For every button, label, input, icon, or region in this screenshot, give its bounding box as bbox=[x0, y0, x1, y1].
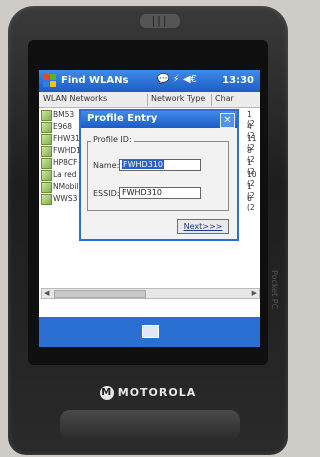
side-label: Pocket PC bbox=[270, 270, 279, 310]
wlan-icon bbox=[41, 110, 52, 121]
next-button[interactable]: Next>>> bbox=[177, 219, 229, 234]
wlan-name: FHW31 bbox=[53, 134, 80, 143]
scrollbar-thumb[interactable] bbox=[54, 290, 146, 298]
wlan-name: La red bbox=[53, 170, 77, 179]
close-icon[interactable]: ✕ bbox=[220, 113, 235, 128]
wlan-name: WWS3 bbox=[53, 194, 78, 203]
name-field-value: FWHD310 bbox=[122, 160, 164, 169]
clock[interactable]: 13:30 bbox=[222, 75, 254, 86]
title-bar: Find WLANs 💬 ⚡ ◀€ 13:30 bbox=[39, 70, 260, 92]
wlan-name: E968 bbox=[53, 122, 73, 131]
keyboard-icon[interactable] bbox=[142, 325, 159, 338]
scroll-right-icon[interactable]: ▶ bbox=[252, 289, 257, 297]
wlan-name: FWHD1 bbox=[53, 146, 81, 155]
horizontal-scrollbar[interactable]: ◀ ▶ bbox=[41, 288, 260, 299]
profile-entry-dialog: Profile Entry ✕ Profile ID: Name: FWHD31… bbox=[79, 109, 239, 241]
hardware-keypad[interactable] bbox=[60, 410, 240, 440]
scroll-left-icon[interactable]: ◀ bbox=[44, 289, 49, 297]
dialog-title-bar: Profile Entry ✕ bbox=[81, 111, 237, 128]
column-header-network-type[interactable]: Network Type bbox=[147, 94, 212, 106]
motorola-logo-icon: M bbox=[99, 386, 114, 400]
speaker-grille: ||| bbox=[140, 14, 180, 28]
column-header-wlan-networks[interactable]: WLAN Networks bbox=[39, 94, 148, 106]
dialog-title: Profile Entry bbox=[87, 113, 158, 124]
bottom-menu-bar bbox=[39, 317, 260, 347]
brand-logo: M MOTOROLA bbox=[0, 386, 296, 400]
essid-label: ESSID: bbox=[93, 189, 120, 198]
column-header-channel[interactable]: Char bbox=[211, 94, 260, 106]
wlan-icon bbox=[41, 182, 52, 193]
wlan-icon bbox=[41, 134, 52, 145]
wlan-icon bbox=[41, 194, 52, 205]
name-label: Name: bbox=[93, 161, 120, 170]
profile-id-label: Profile ID: bbox=[91, 135, 134, 144]
status-icons[interactable]: 💬 ⚡ ◀€ bbox=[157, 74, 197, 85]
essid-field[interactable]: FWHD310 bbox=[119, 187, 201, 199]
wlan-icon bbox=[41, 170, 52, 181]
wlan-icon bbox=[41, 122, 52, 133]
profile-id-group bbox=[87, 141, 229, 211]
wlan-name: HP8CF bbox=[53, 158, 78, 167]
column-headers: WLAN Networks Network Type Char bbox=[39, 92, 260, 108]
wlan-icon bbox=[41, 158, 52, 169]
brand-name: MOTOROLA bbox=[117, 386, 197, 399]
windows-start-icon[interactable] bbox=[43, 74, 57, 88]
screen: Find WLANs 💬 ⚡ ◀€ 13:30 WLAN Networks Ne… bbox=[39, 70, 260, 347]
app-title: Find WLANs bbox=[61, 75, 129, 86]
wlan-channel: 6 (2 bbox=[247, 194, 255, 212]
wlan-list-view: WLAN Networks Network Type Char BM53 1 (2… bbox=[39, 92, 260, 317]
wlan-icon bbox=[41, 146, 52, 157]
wlan-name: BM53 bbox=[53, 110, 75, 119]
name-field[interactable]: FWHD310 bbox=[119, 159, 201, 171]
